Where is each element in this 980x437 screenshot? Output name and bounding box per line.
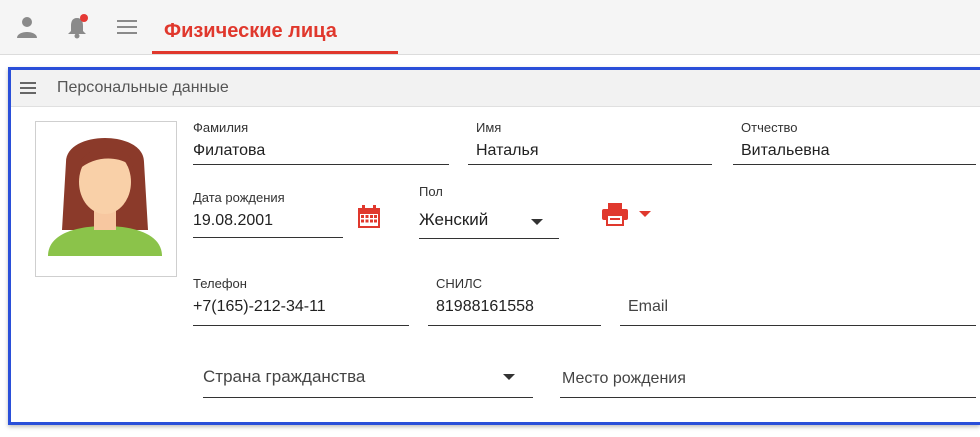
birth-date-field[interactable]: Дата рождения 19.08.2001 — [193, 190, 343, 238]
menu-icon — [117, 20, 137, 34]
last-name-field[interactable]: Фамилия Филатова — [193, 120, 449, 165]
menu-button[interactable] — [114, 14, 140, 40]
chevron-down-icon[interactable] — [503, 374, 515, 380]
avatar-image — [48, 138, 162, 256]
email-field[interactable]: Email — [620, 276, 976, 326]
print-button[interactable] — [601, 202, 665, 230]
birth-place-placeholder: Место рождения — [562, 370, 686, 387]
avatar[interactable] — [35, 121, 177, 277]
last-name-value[interactable]: Филатова — [193, 142, 265, 160]
panel-header: Персональные данные — [11, 70, 980, 107]
phone-field[interactable]: Телефон +7(165)-212-34-11 — [193, 276, 409, 326]
snils-label: СНИЛС — [436, 276, 483, 291]
panel-menu-icon[interactable] — [20, 80, 36, 96]
phone-value[interactable]: +7(165)-212-34-11 — [193, 298, 326, 316]
birth-place-field[interactable]: Место рождения — [560, 350, 976, 398]
phone-label: Телефон — [193, 276, 247, 291]
gender-value[interactable]: Женский — [419, 210, 488, 230]
birth-date-label: Дата рождения — [193, 190, 285, 205]
patronymic-value[interactable]: Витальевна — [741, 142, 829, 160]
patronymic-label: Отчество — [741, 120, 798, 135]
calendar-icon[interactable] — [357, 205, 381, 229]
top-toolbar: Физические лица — [0, 0, 980, 55]
snils-field[interactable]: СНИЛС 81988161558 — [428, 276, 601, 326]
first-name-value[interactable]: Наталья — [476, 142, 538, 160]
gender-select[interactable]: Пол Женский — [419, 184, 559, 239]
email-placeholder: Email — [628, 298, 669, 315]
birth-date-value[interactable]: 19.08.2001 — [193, 212, 273, 230]
snils-value[interactable]: 81988161558 — [436, 298, 534, 316]
panel-title: Персональные данные — [57, 79, 229, 96]
print-options-chevron-icon[interactable] — [639, 211, 651, 217]
notifications-button[interactable] — [64, 14, 90, 40]
patronymic-field[interactable]: Отчество Витальевна — [733, 120, 976, 165]
gender-label: Пол — [419, 184, 443, 199]
tab-individuals[interactable]: Физические лица — [164, 20, 337, 43]
notification-dot — [80, 14, 88, 22]
citizenship-select[interactable]: Страна гражданства — [203, 350, 533, 398]
first-name-field[interactable]: Имя Наталья — [468, 120, 712, 165]
citizenship-placeholder: Страна гражданства — [203, 367, 366, 386]
active-tab-indicator — [152, 51, 398, 54]
personal-data-panel: Персональные данные Фамилия Филатова Имя… — [8, 67, 980, 425]
last-name-label: Фамилия — [193, 120, 249, 135]
user-icon[interactable] — [14, 14, 40, 40]
printer-icon — [602, 203, 628, 226]
bell-icon — [68, 14, 88, 39]
chevron-down-icon[interactable] — [531, 219, 543, 225]
first-name-label: Имя — [476, 120, 502, 135]
